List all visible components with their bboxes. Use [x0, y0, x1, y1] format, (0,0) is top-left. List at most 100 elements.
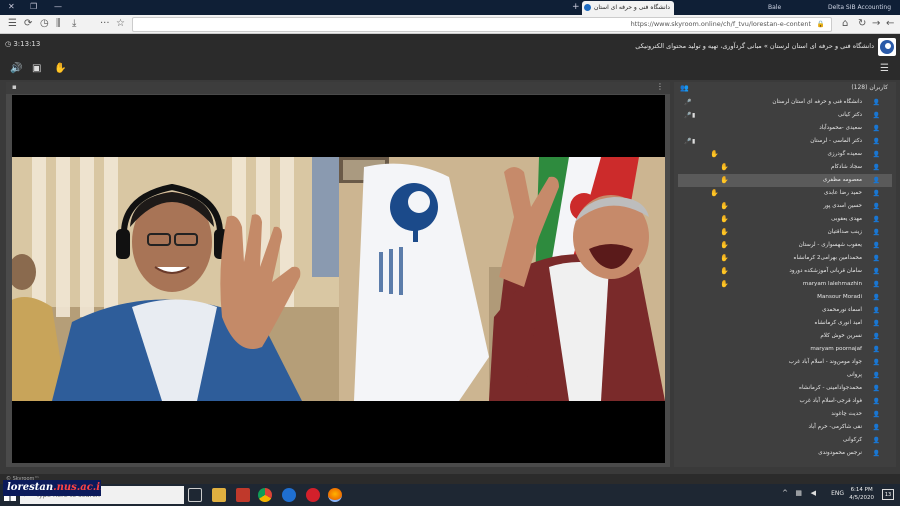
url-text: https://www.skyroom.online/ch/f_tvu/lore…	[630, 20, 811, 28]
panel-options-icon[interactable]: ⋮	[656, 82, 664, 91]
download-icon[interactable]: ⤓	[72, 18, 76, 30]
user-icon: 👤	[872, 385, 880, 392]
user-name: یعقوب شهسواری - لرستان	[798, 242, 862, 248]
user-row[interactable]: 👤 امید انوری کرمانشاه	[678, 317, 892, 330]
user-row[interactable]: 👤 زینب صداقتیان ✋	[678, 226, 892, 239]
user-row[interactable]: 👤 دانشگاه فنی و حرفه ای استان لرستان 🎤	[678, 96, 892, 109]
user-row[interactable]: 👤 نرجس محمودوندی	[678, 447, 892, 460]
user-icon: 👤	[872, 346, 880, 353]
language-indicator[interactable]: ENG	[831, 490, 844, 497]
room-title: دانشگاه فنی و حرفه ای استان لرستان » مبا…	[635, 42, 874, 50]
back-icon[interactable]: ←	[886, 18, 894, 30]
tray-expand-icon[interactable]: ^	[782, 489, 788, 497]
tab-delta-sib[interactable]: Delta SIB Accounting	[822, 1, 900, 15]
url-bar[interactable]: https://www.skyroom.online/ch/f_tvu/lore…	[132, 17, 832, 32]
user-icon: 👤	[872, 151, 880, 158]
user-row[interactable]: 👤 محمدجواد‌امینی - کرمانشاه	[678, 382, 892, 395]
user-row[interactable]: 👤 کرکوانی	[678, 434, 892, 447]
hamburger-menu-icon[interactable]: ☰	[880, 63, 889, 75]
lock-icon: 🔒	[816, 20, 825, 28]
bookmark-icon[interactable]: ☆	[116, 18, 125, 30]
user-row[interactable]: 👤 محمدامین بهرامی2 کرمانشاه ✋	[678, 252, 892, 265]
network-icon[interactable]: ▦	[795, 489, 802, 497]
timer-value: 3:13:13	[13, 40, 41, 48]
site-watermark-logo: lorestan.nus.ac.ir	[3, 480, 101, 496]
user-name: نسرین خوش کلام	[820, 333, 862, 339]
minimize-window-icon[interactable]: —	[54, 2, 62, 11]
raised-hand-icon: ✋	[710, 150, 719, 158]
user-row[interactable]: 👤 maryam poornajaf	[678, 343, 892, 356]
library-icon[interactable]: ⫼	[56, 18, 61, 30]
camera-icon: ▮	[692, 112, 696, 119]
user-row[interactable]: 👤 دکتر الماسی - لرستان 🎤 ▮	[678, 135, 892, 148]
task-view-icon[interactable]	[188, 488, 202, 502]
video-icon[interactable]: ▣	[32, 63, 41, 75]
more-icon[interactable]: ···	[100, 18, 110, 30]
users-count: کاربران (128)	[851, 84, 888, 91]
user-row[interactable]: 👤 حدیث چاغوند	[678, 408, 892, 421]
user-row[interactable]: 👤 پروانی	[678, 369, 892, 382]
restore-window-icon[interactable]: ❐	[30, 2, 37, 11]
home-icon[interactable]: ⌂	[842, 18, 848, 30]
user-row[interactable]: 👤 یعقوب شهسواری - لرستان ✋	[678, 239, 892, 252]
opera-icon[interactable]	[306, 488, 320, 502]
user-row[interactable]: 👤 جواد مومن‌وند - اسلام آباد غرب	[678, 356, 892, 369]
raised-hand-icon: ✋	[720, 241, 729, 249]
camera-icon: ▪	[12, 83, 17, 91]
tab-bale[interactable]: Bale	[758, 1, 798, 15]
raise-hand-icon[interactable]: ✋	[54, 63, 66, 75]
close-window-icon[interactable]: ✕	[8, 2, 15, 11]
new-tab-icon[interactable]: +	[572, 2, 580, 12]
user-row[interactable]: 👤 دکتر کیانی 🎤 ▮	[678, 109, 892, 122]
university-logo-icon	[878, 38, 896, 56]
user-name: محمدامین بهرامی2 کرمانشاه	[793, 255, 862, 261]
user-name: سعیدی -محمودآباد	[819, 125, 862, 131]
browser-toolbar: ☰ ⟳ ◷ ⫼ ⤓ ··· ☆ https://www.skyroom.onli…	[0, 15, 900, 34]
sync-icon[interactable]: ⟳	[24, 18, 32, 30]
forward-icon[interactable]: →	[872, 18, 880, 30]
user-name: زینب صداقتیان	[827, 229, 862, 235]
history-icon[interactable]: ◷	[40, 18, 49, 30]
file-explorer-icon[interactable]	[212, 488, 226, 502]
user-row[interactable]: 👤 نسرین خوش کلام	[678, 330, 892, 343]
user-icon: 👤	[872, 437, 880, 444]
user-name: امید انوری کرمانشاه	[814, 320, 862, 326]
user-row[interactable]: 👤 سجاد شادکام ✋	[678, 161, 892, 174]
user-name: پروانی	[846, 372, 862, 378]
user-row[interactable]: 👤 maryam lalehmazhin ✋	[678, 278, 892, 291]
clock-icon: ◷	[5, 40, 12, 48]
user-row[interactable]: 👤 معصومه مظفری ✋	[678, 174, 892, 187]
user-row[interactable]: 👤 حمید رضا عابدی ✋	[678, 187, 892, 200]
video-panel-header: ▪ ⋮	[6, 82, 670, 94]
user-row[interactable]: 👤 سعیدی -محمودآباد	[678, 122, 892, 135]
user-name: دانشگاه فنی و حرفه ای استان لرستان	[772, 99, 862, 105]
taskbar: ⌕ Type here to search ENG 6:14 PM 4/5/20…	[0, 484, 900, 506]
user-row[interactable]: 👤 حسین اسدی پور ✋	[678, 200, 892, 213]
microphone-icon: 🎤	[684, 112, 692, 119]
powerpoint-icon[interactable]	[236, 488, 250, 502]
notifications-icon[interactable]: 13	[882, 489, 894, 500]
user-row[interactable]: 👤 مهدی یعقوبی ✋	[678, 213, 892, 226]
chrome-icon[interactable]	[258, 488, 272, 502]
tab-label: دانشگاه فنی و حرفه ای استان	[594, 4, 670, 11]
user-row[interactable]: 👤 نقی شاکرمی- خرم آباد	[678, 421, 892, 434]
user-row[interactable]: 👤 سعیده گودرزی ✋	[678, 148, 892, 161]
firefox-icon[interactable]	[328, 488, 342, 502]
user-row[interactable]: 👤 اسماء نورمحمدی	[678, 304, 892, 317]
tab-skyroom[interactable]: دانشگاه فنی و حرفه ای استان	[582, 1, 674, 15]
user-icon: 👤	[872, 320, 880, 327]
user-row[interactable]: 👤 سامان قربانی آموزشکده دورود ✋	[678, 265, 892, 278]
screen: { "browser":{ "tabs":[ {"label":"دانشگاه…	[0, 0, 900, 506]
speaker-icon[interactable]: 🔊	[10, 63, 22, 75]
brand-prefix: lorestan	[7, 482, 54, 493]
taskbar-clock[interactable]: 6:14 PM 4/5/2020	[849, 486, 874, 502]
reload-icon[interactable]: ↻	[858, 18, 866, 30]
user-icon: 👤	[872, 372, 880, 379]
volume-icon[interactable]: ◀	[811, 489, 816, 497]
edge-icon[interactable]	[282, 488, 296, 502]
user-name: کرکوانی	[842, 437, 862, 443]
user-icon: 👤	[872, 424, 880, 431]
user-row[interactable]: 👤 Mansour Moradi	[678, 291, 892, 304]
user-row[interactable]: 👤 فواد قرجی-اسلام آباد غرب	[678, 395, 892, 408]
menu-icon[interactable]: ☰	[8, 18, 17, 30]
